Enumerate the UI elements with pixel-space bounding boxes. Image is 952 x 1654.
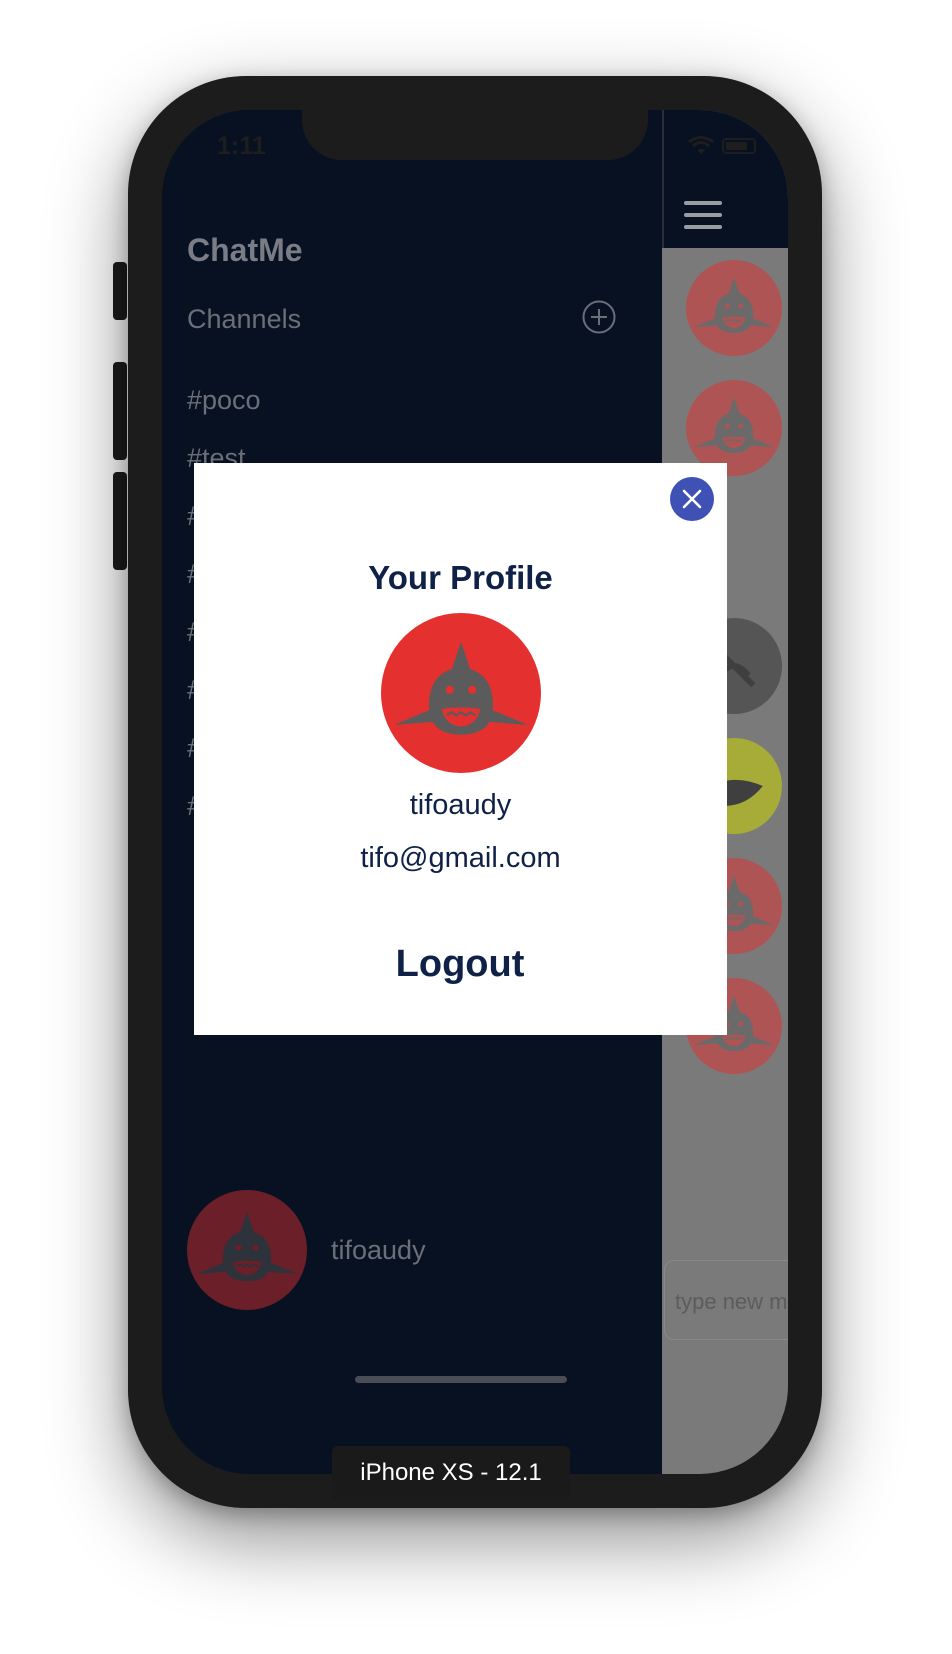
close-button[interactable] [670, 477, 714, 521]
plus-circle-icon[interactable] [582, 300, 616, 334]
message-avatar [686, 380, 782, 476]
home-indicator [355, 1376, 567, 1383]
avatar[interactable] [187, 1190, 307, 1310]
volume-down-button [113, 472, 127, 570]
drawer-username: tifoaudy [331, 1234, 426, 1265]
message-input[interactable]: type new message [664, 1260, 788, 1340]
wifi-icon [688, 136, 714, 154]
profile-username: tifoaudy [409, 789, 512, 821]
status-icons [688, 136, 756, 156]
message-avatar [686, 260, 782, 356]
close-icon [682, 489, 702, 509]
profile-email: tifo@gmail.com [360, 842, 561, 874]
channel-item[interactable]: #poco [187, 380, 261, 438]
hamburger-icon[interactable] [684, 200, 722, 230]
profile-modal: Your Profile tifoaudy tifo@gmail.com Log… [194, 463, 727, 1035]
modal-title: Your Profile [368, 559, 553, 596]
simulator-device-label: iPhone XS - 12.1 [332, 1446, 570, 1500]
chat-header [662, 110, 788, 248]
drawer-user[interactable]: tifoaudy [187, 1190, 426, 1310]
profile-avatar [381, 613, 541, 773]
logout-button[interactable]: Logout [360, 943, 560, 999]
status-time: 1:11 [217, 132, 266, 160]
battery-icon [722, 138, 756, 154]
volume-up-button [113, 362, 127, 460]
mute-switch [113, 262, 127, 320]
app-name: ChatMe [187, 232, 303, 268]
device-screen: 1:11 ChatMe Channels #poco #test # # # #… [162, 110, 788, 1474]
channels-label: Channels [187, 304, 302, 334]
notch [302, 110, 648, 160]
